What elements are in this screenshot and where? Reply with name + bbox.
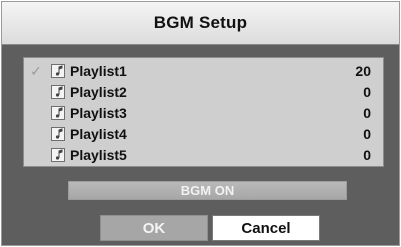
- playlist-list: ✓ Playlist1 20 Playlist2 0 Playlist3 0 P…: [23, 57, 384, 167]
- music-note-icon: [51, 106, 65, 120]
- playlist-label: Playlist2: [70, 84, 127, 100]
- playlist-row[interactable]: ✓ Playlist1 20: [24, 61, 383, 81]
- bgm-setup-dialog: BGM Setup ✓ Playlist1 20 Playlist2 0 Pla…: [1, 1, 400, 246]
- music-note-icon: [51, 148, 65, 162]
- playlist-row[interactable]: Playlist4 0: [24, 124, 383, 144]
- playlist-label: Playlist4: [70, 126, 127, 142]
- playlist-label: Playlist1: [70, 63, 127, 79]
- playlist-count: 0: [363, 126, 371, 142]
- playlist-label: Playlist3: [70, 105, 127, 121]
- music-note-icon: [51, 85, 65, 99]
- playlist-count: 20: [355, 63, 371, 79]
- music-note-icon: [51, 127, 65, 141]
- playlist-count: 0: [363, 105, 371, 121]
- playlist-count: 0: [363, 147, 371, 163]
- playlist-row[interactable]: Playlist5 0: [24, 145, 383, 165]
- ok-button[interactable]: OK: [100, 215, 208, 241]
- checkmark-icon: ✓: [30, 63, 42, 79]
- playlist-count: 0: [363, 84, 371, 100]
- dialog-title: BGM Setup: [153, 13, 248, 32]
- dialog-title-bar: BGM Setup: [2, 2, 399, 45]
- bgm-on-toggle[interactable]: BGM ON: [68, 181, 347, 200]
- playlist-label: Playlist5: [70, 147, 127, 163]
- cancel-button[interactable]: Cancel: [212, 215, 320, 241]
- playlist-row[interactable]: Playlist2 0: [24, 82, 383, 102]
- music-note-icon: [51, 64, 65, 78]
- playlist-row[interactable]: Playlist3 0: [24, 103, 383, 123]
